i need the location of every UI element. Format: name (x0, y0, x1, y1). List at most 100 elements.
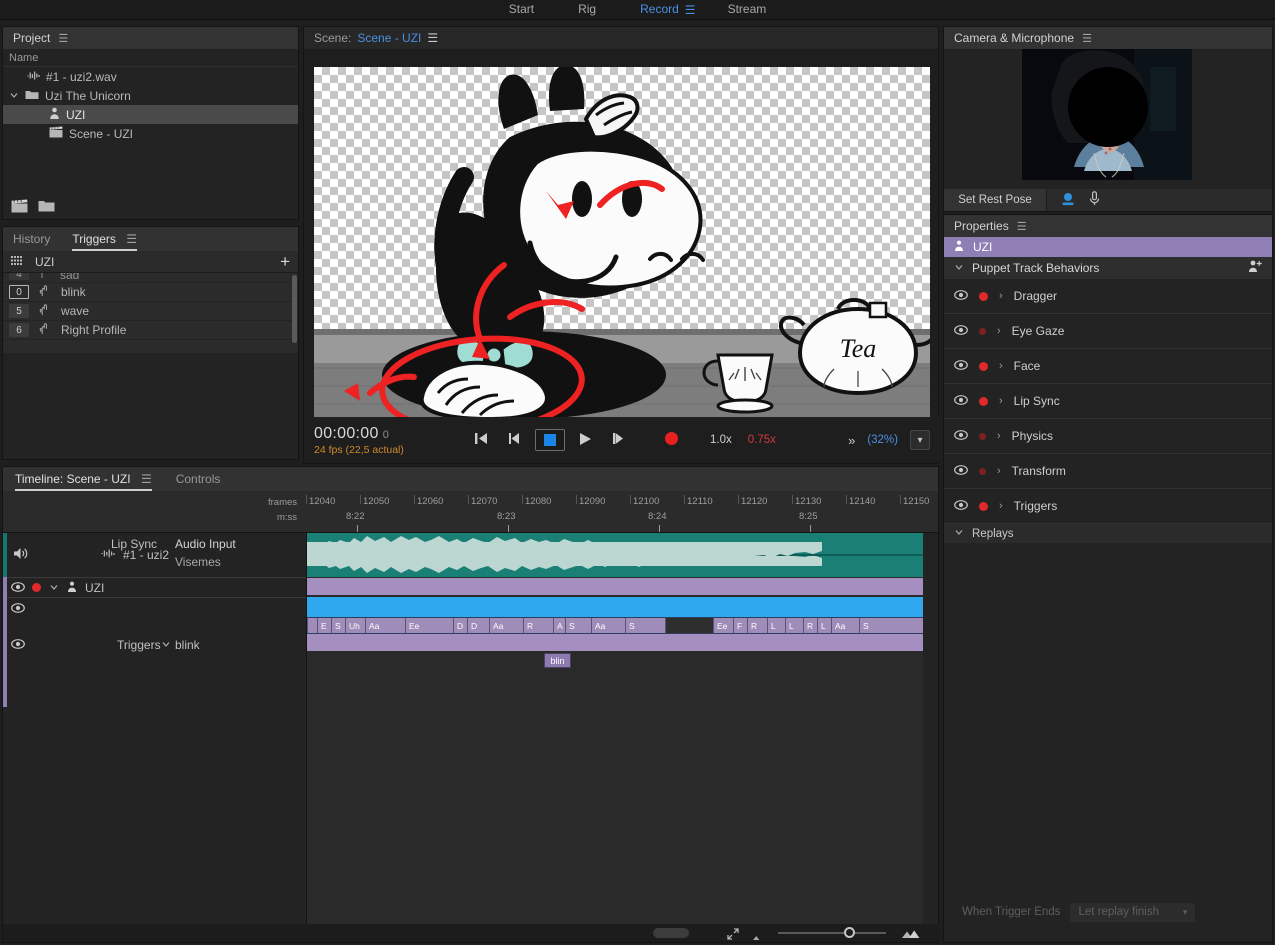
eye-icon[interactable] (954, 359, 968, 373)
track-header-puppet[interactable]: UZI (3, 577, 306, 598)
visemes-track[interactable]: E S Uh Aa Ee D D Aa R A S Aa S Ee F R L L R L Aa S (307, 617, 923, 634)
chevron-down-icon[interactable]: ▾ (910, 430, 930, 450)
record-arm-toggle[interactable] (32, 583, 41, 592)
chevron-down-icon[interactable] (9, 89, 19, 103)
viseme-clip[interactable]: Ee (713, 618, 733, 633)
viseme-clip[interactable]: Aa (365, 618, 405, 633)
camera-preview[interactable] (1022, 49, 1192, 180)
viseme-clip[interactable]: R (803, 618, 817, 633)
viseme-clip[interactable]: D (453, 618, 467, 633)
eye-icon[interactable] (954, 289, 968, 303)
hamburger-icon[interactable]: ☰ (126, 232, 137, 246)
trigger-key-badge[interactable]: 6 (9, 323, 29, 337)
tab-timeline[interactable]: Timeline: Scene - UZI ☰ (15, 468, 152, 491)
microphone-icon[interactable] (1089, 191, 1100, 209)
eye-icon[interactable] (954, 464, 968, 478)
hamburger-icon[interactable]: ☰ (58, 32, 68, 45)
viseme-clip[interactable]: F (733, 618, 747, 633)
record-arm-toggle[interactable] (979, 432, 986, 440)
eye-icon[interactable] (954, 429, 968, 443)
hamburger-icon[interactable]: ☰ (1082, 32, 1092, 45)
new-folder-icon[interactable] (38, 199, 55, 215)
fit-to-screen-icon[interactable] (727, 928, 739, 943)
viseme-clip[interactable]: S (625, 618, 665, 633)
lipsync-audio-input-bar[interactable] (307, 597, 923, 617)
triggers-scrollbar[interactable] (292, 275, 297, 343)
track-header-triggers[interactable]: Triggers blink (3, 634, 306, 656)
trigger-clip-blink[interactable]: blin (544, 653, 571, 668)
chevron-down-icon[interactable] (954, 261, 964, 275)
chevron-down-icon[interactable] (49, 581, 59, 595)
hamburger-icon[interactable]: ☰ (1017, 220, 1027, 233)
chevron-right-icon[interactable]: › (997, 325, 1001, 337)
puppet-track-bar[interactable] (307, 578, 923, 595)
when-trigger-ends-dropdown[interactable]: Let replay finish ▾ (1070, 902, 1196, 922)
speed-normal[interactable]: 1.0x (710, 434, 732, 446)
chevron-right-icon[interactable]: › (997, 430, 1001, 442)
viseme-clip[interactable]: S (331, 618, 345, 633)
stop-button[interactable] (535, 429, 565, 451)
grid-icon[interactable] (11, 255, 25, 269)
timecode-display[interactable]: 00:00:00 0 24 fps (22,5 actual) (314, 425, 464, 456)
viseme-clip[interactable]: L (767, 618, 785, 633)
chevron-down-icon[interactable] (161, 638, 171, 652)
trigger-key-badge[interactable]: 5 (9, 304, 29, 318)
record-arm-toggle[interactable] (979, 327, 986, 335)
step-back-button[interactable] (498, 432, 532, 448)
chevron-right-icon[interactable]: › (999, 360, 1003, 372)
puppet-track-behaviors-header[interactable]: Puppet Track Behaviors (944, 257, 1272, 279)
hamburger-icon[interactable]: ☰ (685, 3, 706, 17)
hamburger-icon[interactable]: ☰ (141, 472, 152, 486)
large-mountain-icon[interactable] (901, 928, 920, 942)
viseme-clip[interactable]: Aa (831, 618, 859, 633)
audio-waveform-clip[interactable] (307, 533, 923, 577)
plus-icon[interactable]: + (280, 253, 290, 270)
hamburger-icon[interactable]: ☰ (427, 31, 438, 45)
behavior-row[interactable]: › Eye Gaze (944, 314, 1272, 349)
timeline-tracks-area[interactable]: E S Uh Aa Ee D D Aa R A S Aa S Ee F R L L R L Aa S blin (306, 533, 923, 924)
nav-tab-record[interactable]: Record (618, 0, 685, 19)
eye-icon[interactable] (954, 324, 968, 338)
add-behavior-icon[interactable] (1248, 260, 1262, 276)
viseme-clip[interactable]: Ee (405, 618, 453, 633)
record-arm-toggle[interactable] (979, 396, 988, 406)
viseme-gap[interactable] (307, 618, 317, 633)
small-mountain-icon[interactable] (751, 930, 764, 944)
list-item[interactable]: #1 - uzi2.wav (3, 67, 298, 86)
list-item[interactable]: 6 Right Profile (3, 321, 298, 340)
timeline-ruler[interactable]: frames m:ss 12040 12050 12060 12070 12080 120… (3, 491, 969, 533)
viseme-clip[interactable]: L (785, 618, 803, 633)
viseme-clip[interactable]: R (747, 618, 767, 633)
behavior-row[interactable]: › Physics (944, 419, 1272, 454)
properties-puppet-bar[interactable]: UZI (944, 237, 1272, 257)
scene-stage[interactable]: Tea (314, 67, 930, 417)
list-item-scene[interactable]: Scene - UZI (3, 124, 298, 143)
set-rest-pose-button[interactable]: Set Rest Pose (944, 189, 1047, 211)
trigger-key-badge[interactable]: 4 (9, 273, 29, 280)
zoom-slider-knob[interactable] (844, 927, 855, 938)
go-to-start-button[interactable] (464, 432, 498, 448)
eye-icon[interactable] (11, 638, 25, 652)
step-forward-button[interactable] (602, 432, 636, 448)
record-arm-toggle[interactable] (979, 361, 988, 371)
speed-slow[interactable]: 0.75x (748, 434, 776, 446)
viseme-clip[interactable]: E (317, 618, 331, 633)
list-item-uzi-puppet[interactable]: UZI (3, 105, 298, 124)
viseme-clip[interactable]: Aa (489, 618, 523, 633)
eye-icon[interactable] (954, 499, 968, 513)
record-arm-toggle[interactable] (979, 291, 988, 301)
track-header-lipsync[interactable]: Lip Sync Audio Input Visemes (3, 537, 306, 634)
eye-icon[interactable] (11, 581, 25, 595)
new-scene-icon[interactable] (11, 199, 28, 216)
viseme-clip[interactable]: D (467, 618, 489, 633)
viseme-clip[interactable]: S (565, 618, 591, 633)
record-arm-toggle[interactable] (979, 501, 988, 511)
behavior-row[interactable]: › Face (944, 349, 1272, 384)
chevron-right-icon[interactable]: › (997, 465, 1001, 477)
tab-triggers[interactable]: Triggers ☰ (72, 228, 138, 251)
behavior-row[interactable]: › Dragger (944, 279, 1272, 314)
horizontal-scrollbar[interactable] (653, 928, 689, 938)
chevron-right-icon[interactable]: › (999, 395, 1003, 407)
chevron-right-icon[interactable]: › (999, 290, 1003, 302)
zoom-slider-track[interactable] (778, 932, 886, 934)
